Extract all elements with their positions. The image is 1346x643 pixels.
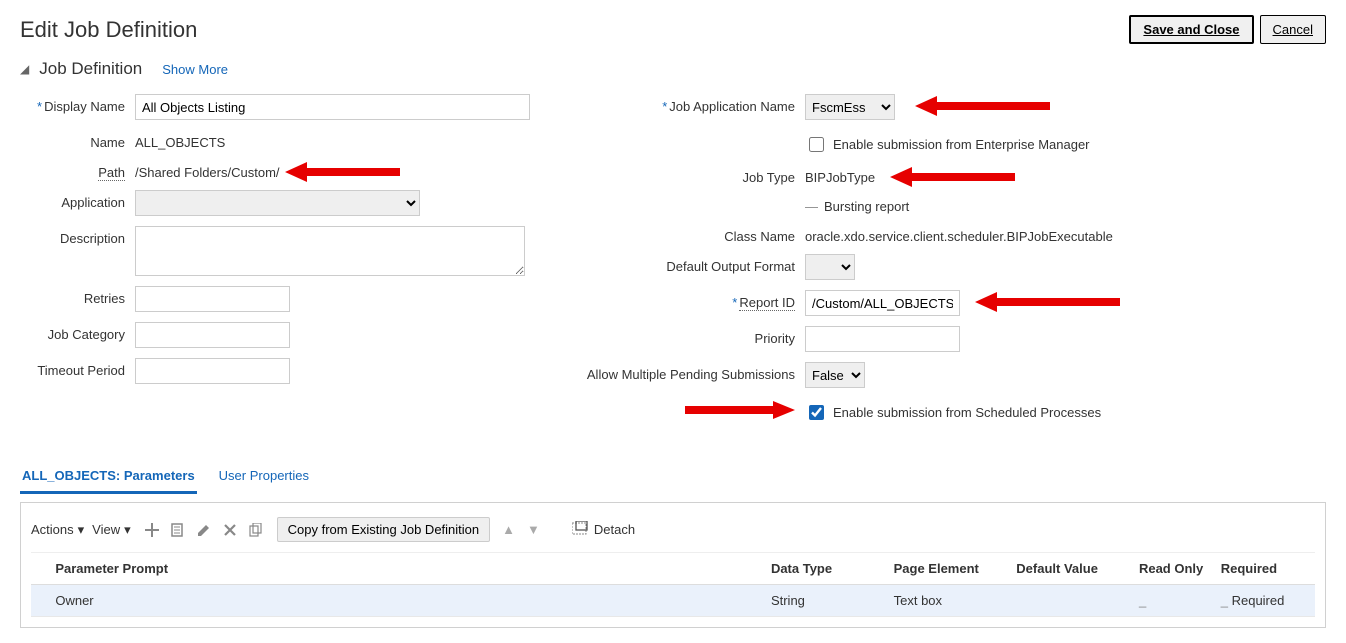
application-label: Application [20,190,135,210]
col-required[interactable]: Required [1213,553,1315,585]
detach-icon [572,521,588,538]
default-output-select[interactable] [805,254,855,280]
col-default-value[interactable]: Default Value [1008,553,1131,585]
bursting-dash: — [805,199,818,214]
col-parameter-prompt[interactable]: Parameter Prompt [47,553,763,585]
save-and-close-button[interactable]: Save and Close [1129,15,1253,44]
actions-menu[interactable]: Actions ▾ [31,522,84,538]
path-label: Path [20,160,135,180]
path-value: /Shared Folders/Custom/ [135,160,280,180]
move-up-icon[interactable]: ▲ [502,522,515,537]
move-down-icon[interactable]: ▼ [527,522,540,537]
timeout-input[interactable] [135,358,290,384]
chevron-down-icon: ▾ [78,522,85,538]
priority-input[interactable] [805,326,960,352]
bursting-label: Bursting report [824,199,909,214]
job-type-value: BIPJobType [805,165,875,185]
job-app-name-select[interactable]: FscmEss [805,94,895,120]
table-header-row: Parameter Prompt Data Type Page Element … [31,553,1315,585]
show-more-link[interactable]: Show More [162,62,228,77]
edit-icon[interactable] [195,521,213,539]
retries-label: Retries [20,286,135,306]
name-value: ALL_OBJECTS [135,130,225,150]
tab-user-properties[interactable]: User Properties [217,463,311,494]
class-name-value: oracle.xdo.service.client.scheduler.BIPJ… [805,224,1113,244]
page-title: Edit Job Definition [20,17,197,43]
collapse-icon[interactable]: ◢ [20,62,29,76]
job-category-input[interactable] [135,322,290,348]
job-type-label: Job Type [580,165,805,185]
detach-button[interactable]: Detach [572,521,635,538]
parameters-table: Parameter Prompt Data Type Page Element … [31,552,1315,617]
cell-default-val [1008,585,1131,617]
table-row[interactable]: Owner String Text box _ _ Required [31,585,1315,617]
description-textarea[interactable] [135,226,525,276]
description-label: Description [20,226,135,246]
copy-from-existing-button[interactable]: Copy from Existing Job Definition [277,517,490,542]
duplicate-icon[interactable] [169,521,187,539]
job-category-label: Job Category [20,322,135,342]
col-read-only[interactable]: Read Only [1131,553,1213,585]
col-page-element[interactable]: Page Element [886,553,1009,585]
col-data-type[interactable]: Data Type [763,553,886,585]
class-name-label: Class Name [580,224,805,244]
enable-em-label: Enable submission from Enterprise Manage… [833,137,1090,152]
allow-multi-label: Allow Multiple Pending Submissions [580,362,805,382]
cell-page-elem: Text box [886,585,1009,617]
application-select[interactable] [135,190,420,216]
annotation-arrow [890,163,1020,191]
display-name-input[interactable] [135,94,530,120]
report-id-input[interactable] [805,290,960,316]
default-output-label: Default Output Format [580,254,805,274]
view-menu[interactable]: View ▾ [92,522,130,538]
cell-prompt: Owner [47,585,763,617]
delete-icon[interactable] [221,521,239,539]
job-app-name-label: *Job Application Name [580,94,805,114]
copy-icon[interactable] [247,521,265,539]
enable-sched-label: Enable submission from Scheduled Process… [833,405,1101,420]
priority-label: Priority [580,326,805,346]
display-name-label: *Display Name [20,94,135,114]
name-label: Name [20,130,135,150]
chevron-down-icon: ▾ [124,522,131,538]
cancel-button[interactable]: Cancel [1260,15,1326,44]
enable-sched-checkbox[interactable] [809,405,824,420]
add-icon[interactable] [143,521,161,539]
cell-read-only: _ [1131,585,1213,617]
annotation-arrow [285,158,405,186]
cell-data-type: String [763,585,886,617]
allow-multi-select[interactable]: False [805,362,865,388]
annotation-arrow [915,92,1055,120]
section-title: Job Definition [39,59,142,79]
cell-required: _ Required [1213,585,1315,617]
timeout-label: Timeout Period [20,358,135,378]
report-id-label: *Report ID [580,290,805,310]
enable-em-checkbox[interactable] [809,137,824,152]
annotation-arrow [975,288,1125,316]
tab-parameters[interactable]: ALL_OBJECTS: Parameters [20,463,197,494]
retries-input[interactable] [135,286,290,312]
